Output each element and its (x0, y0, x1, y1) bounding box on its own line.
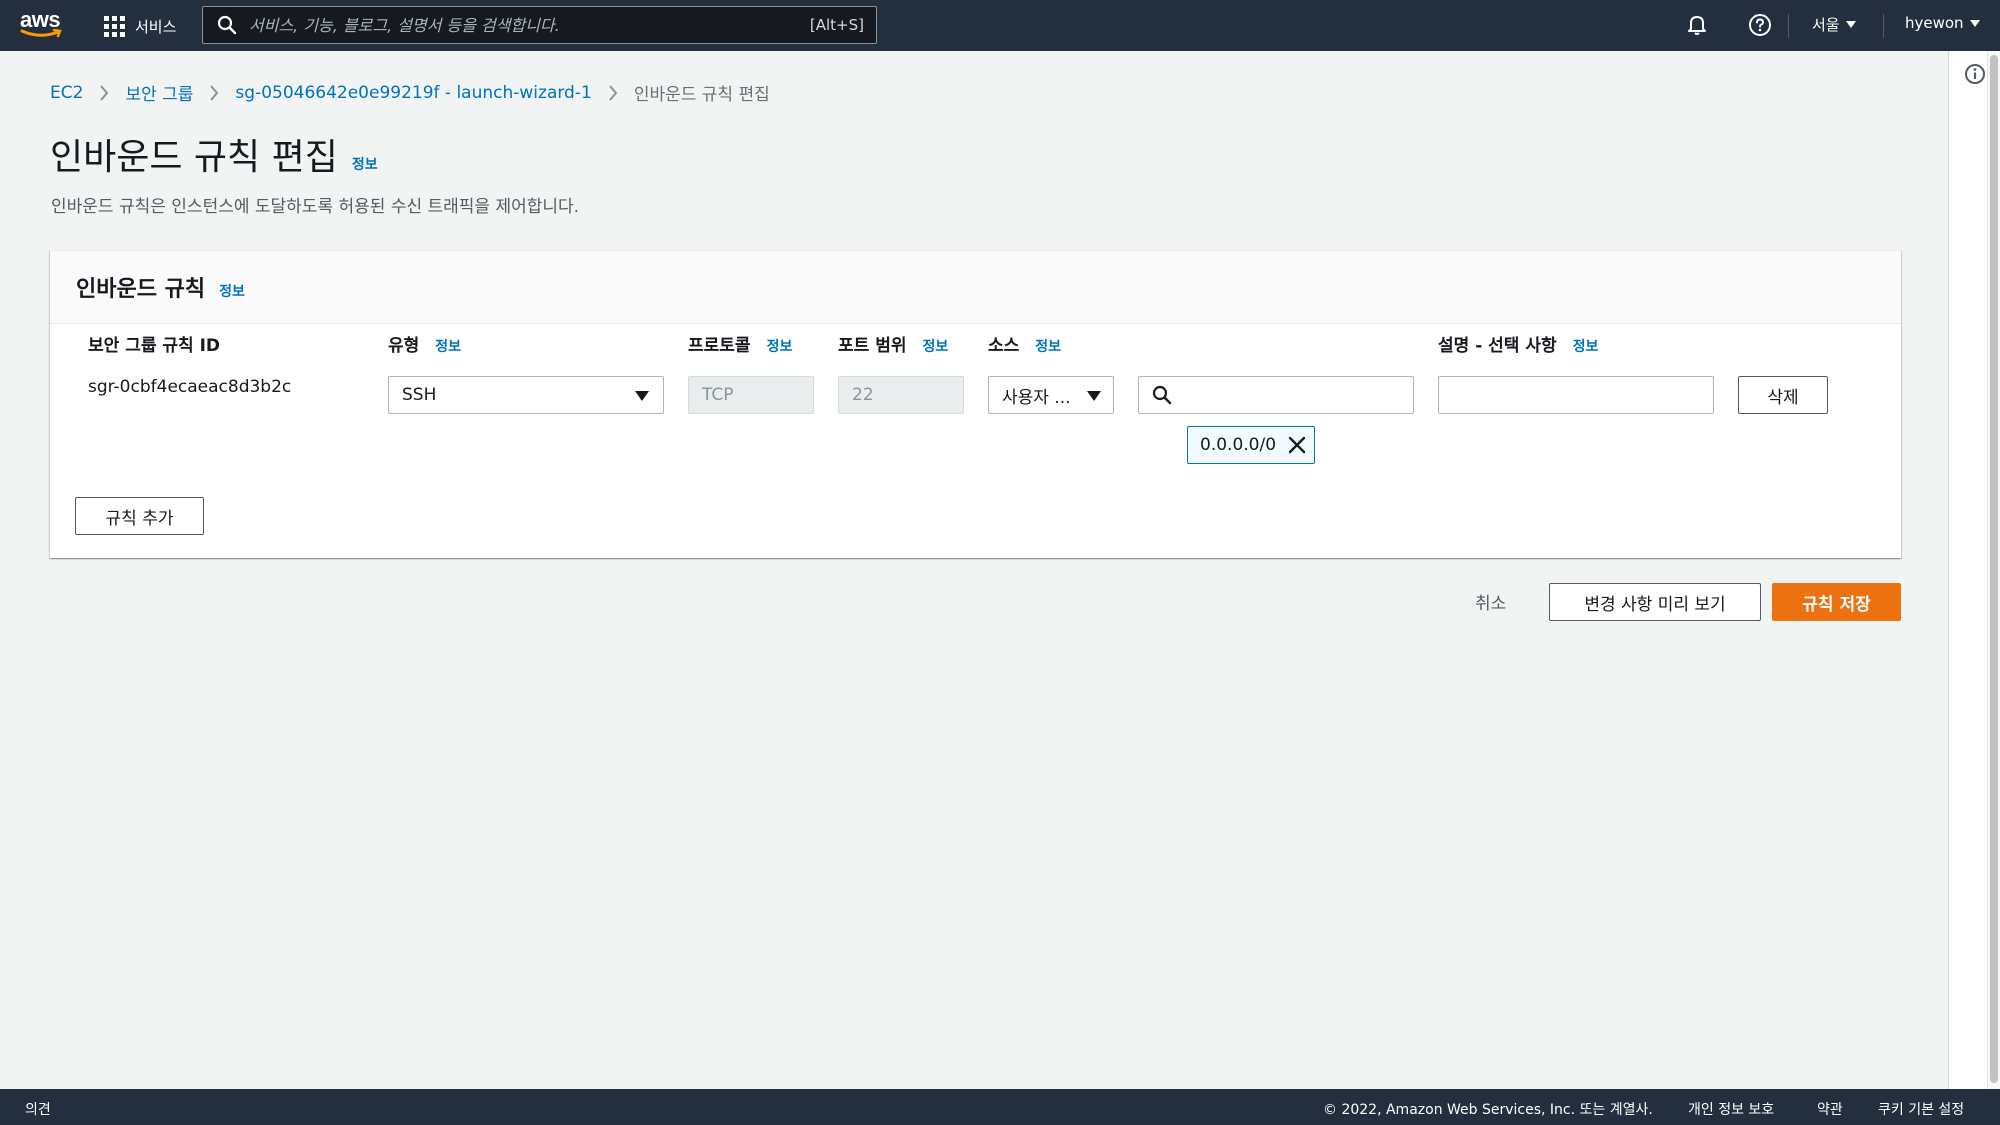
rule-description-input[interactable] (1438, 376, 1714, 414)
source-type-value: 사용자 ... (1002, 387, 1071, 408)
column-label: 유형 (388, 336, 420, 356)
caret-down-icon (1845, 21, 1856, 28)
panel-header: 인바운드 규칙 정보 (50, 251, 1901, 324)
column-label: 소스 (988, 336, 1020, 356)
preview-changes-button[interactable]: 변경 사항 미리 보기 (1549, 583, 1761, 621)
global-search[interactable]: [Alt+S] (202, 6, 877, 44)
protocol-field: TCP (688, 376, 814, 414)
bell-icon (1688, 16, 1706, 35)
copyright-text: © 2022, Amazon Web Services, Inc. 또는 계열사… (1323, 1102, 1653, 1118)
aws-logo[interactable]: aws (20, 9, 66, 41)
privacy-link[interactable]: 개인 정보 보호 (1688, 1099, 1774, 1119)
column-header-protocol: 프로토콜 정보 (688, 331, 792, 356)
nav-divider (1788, 14, 1789, 38)
chevron-right-icon (99, 84, 109, 102)
services-label: 서비스 (135, 17, 177, 36)
search-shortcut-hint: [Alt+S] (809, 16, 864, 34)
aws-smile-icon (20, 29, 62, 38)
save-rules-label: 규칙 저장 (1802, 594, 1871, 615)
grid-icon (104, 15, 125, 37)
help-icon (1749, 14, 1771, 36)
cookie-preferences-link[interactable]: 쿠키 기본 설정 (1878, 1099, 1964, 1119)
column-label: 보안 그룹 규칙 ID (88, 336, 221, 356)
chevron-right-icon (209, 84, 219, 102)
close-icon[interactable] (1288, 436, 1306, 459)
breadcrumb-security-groups[interactable]: 보안 그룹 (125, 80, 193, 105)
panel-title-wrap: 인바운드 규칙 정보 (76, 271, 245, 303)
protocol-info-link[interactable]: 정보 (767, 336, 793, 356)
column-header-rule-id: 보안 그룹 규칙 ID (88, 331, 220, 356)
cancel-button[interactable]: 취소 (1475, 589, 1506, 614)
panel-title: 인바운드 규칙 (76, 277, 206, 302)
add-rule-button[interactable]: 규칙 추가 (75, 497, 204, 535)
page-title: 인바운드 규칙 편집 (50, 137, 338, 178)
source-type-select[interactable]: 사용자 ... (988, 376, 1114, 414)
user-label: hyewon (1905, 14, 1964, 32)
panel-info-link[interactable]: 정보 (219, 281, 245, 301)
region-label: 서울 (1812, 16, 1840, 34)
top-navigation: aws 서비스 [Alt+S] 서울 (0, 0, 2000, 51)
breadcrumb-current: 인바운드 규칙 편집 (633, 85, 770, 105)
feedback-link[interactable]: 의견 (25, 1099, 51, 1119)
rule-id-value: sgr-0cbf4ecaeac8d3b2c (88, 377, 292, 397)
port-range-field: 22 (838, 376, 964, 414)
column-label: 포트 범위 (838, 336, 907, 356)
column-header-port-range: 포트 범위 정보 (838, 331, 948, 356)
tools-info-button[interactable] (1964, 63, 1986, 89)
search-icon (1152, 385, 1172, 405)
column-header-source: 소스 정보 (988, 331, 1061, 356)
caret-down-icon (635, 391, 649, 401)
footer: 의견 © 2022, Amazon Web Services, Inc. 또는 … (0, 1089, 2000, 1125)
save-rules-button[interactable]: 규칙 저장 (1772, 583, 1901, 621)
inbound-rules-panel: 인바운드 규칙 정보 보안 그룹 규칙 ID 유형 정보 프로토콜 정보 포트 … (50, 250, 1901, 558)
scrollbar-thumb[interactable] (1990, 55, 1998, 1083)
column-header-type: 유형 정보 (388, 331, 461, 356)
info-icon (1965, 64, 1985, 84)
aws-logo-text: aws (20, 7, 61, 32)
column-label: 프로토콜 (688, 336, 751, 356)
column-header-description: 설명 - 선택 사항 정보 (1438, 331, 1598, 356)
source-info-link[interactable]: 정보 (1035, 336, 1061, 356)
source-cidr-token-value: 0.0.0.0/0 (1200, 435, 1277, 455)
breadcrumb: EC2 보안 그룹 sg-05046642e0e99219f - launch-… (50, 80, 770, 106)
chevron-right-icon (608, 84, 618, 102)
add-rule-label: 규칙 추가 (105, 508, 174, 529)
source-cidr-search-field[interactable] (1138, 376, 1414, 414)
help-button[interactable] (1748, 13, 1772, 41)
nav-divider (1883, 14, 1884, 38)
caret-down-icon (1087, 391, 1101, 401)
search-icon (217, 15, 237, 35)
type-select[interactable]: SSH (388, 376, 664, 414)
source-cidr-token: 0.0.0.0/0 (1187, 426, 1315, 464)
delete-rule-label: 삭제 (1767, 387, 1799, 408)
global-search-input[interactable] (249, 15, 789, 35)
preview-changes-label: 변경 사항 미리 보기 (1584, 594, 1726, 615)
page-info-link[interactable]: 정보 (352, 154, 378, 174)
caret-down-icon (1969, 19, 1980, 27)
port-range-value: 22 (852, 385, 874, 405)
type-select-value: SSH (402, 385, 437, 405)
page-description: 인바운드 규칙은 인스턴스에 도달하도록 허용된 수신 트래픽을 제어합니다. (51, 197, 580, 217)
delete-rule-button[interactable]: 삭제 (1738, 376, 1828, 414)
description-info-link[interactable]: 정보 (1573, 336, 1599, 356)
column-label: 설명 - 선택 사항 (1438, 336, 1557, 356)
services-menu-button[interactable]: 서비스 (104, 12, 176, 40)
notifications-button[interactable] (1685, 13, 1709, 41)
breadcrumb-security-group-id[interactable]: sg-05046642e0e99219f - launch-wizard-1 (235, 83, 591, 103)
type-info-link[interactable]: 정보 (435, 336, 461, 356)
region-selector[interactable]: 서울 (1812, 14, 1856, 35)
account-menu[interactable]: hyewon (1905, 14, 1980, 32)
port-range-info-link[interactable]: 정보 (922, 336, 948, 356)
page-scrollbar[interactable] (1987, 51, 2000, 1089)
page-header: 인바운드 규칙 편집 정보 (50, 128, 378, 180)
protocol-value: TCP (702, 385, 734, 405)
terms-link[interactable]: 약관 (1817, 1099, 1843, 1119)
breadcrumb-ec2[interactable]: EC2 (50, 83, 83, 103)
